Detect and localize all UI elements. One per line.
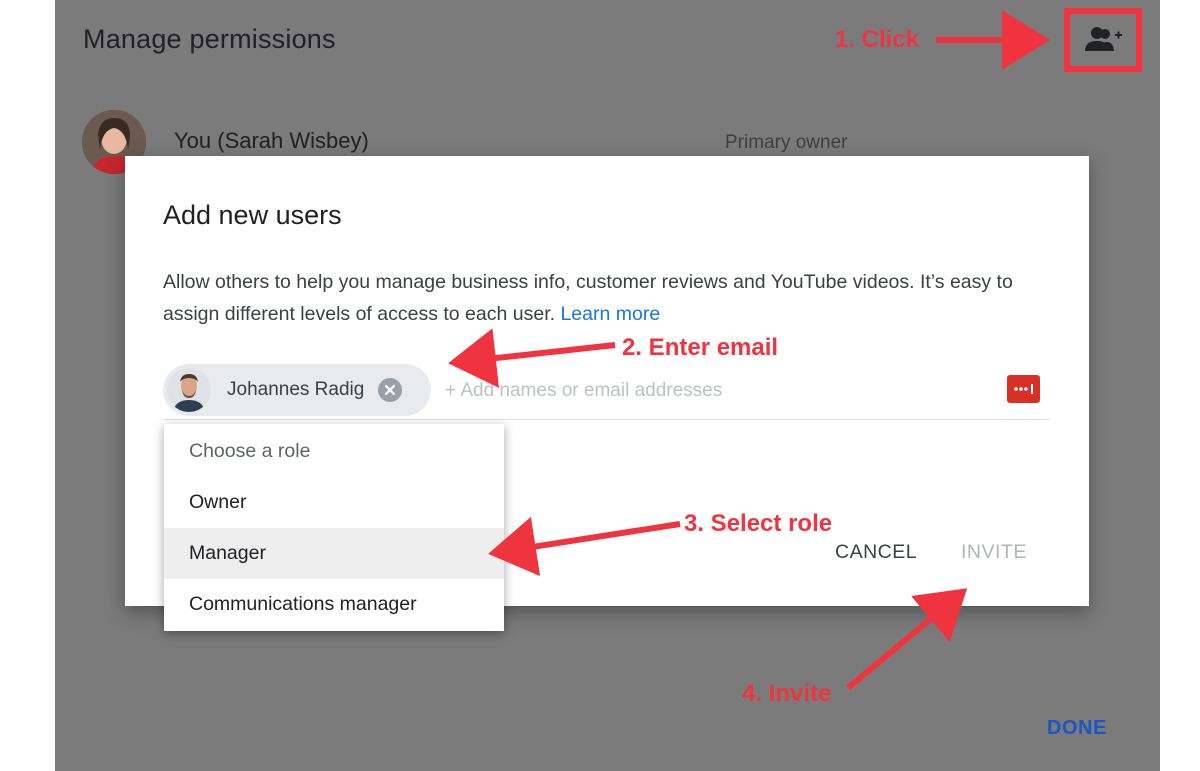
arrow-step4	[846, 588, 968, 691]
annotation-step1: 1. Click	[835, 26, 920, 53]
arrow-step2	[448, 328, 616, 388]
annotation-step4: 4. Invite	[742, 680, 832, 707]
annotation-step3: 3. Select role	[684, 510, 833, 537]
annotation-arrows	[448, 10, 1050, 691]
arrow-step3	[488, 516, 681, 577]
annotation-step2: 2. Enter email	[622, 334, 779, 361]
